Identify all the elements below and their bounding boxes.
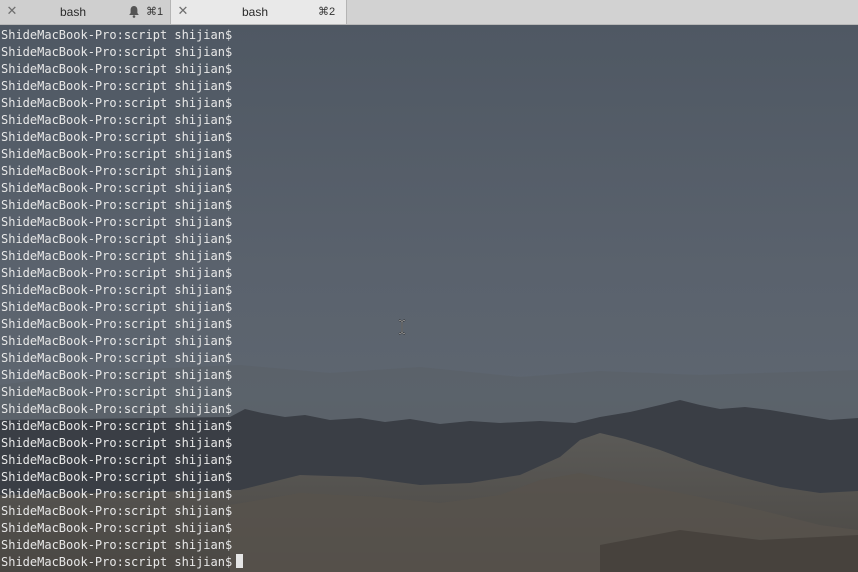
terminal-line: ShideMacBook-Pro:script shijian$ [1,44,243,61]
prompt-text: ShideMacBook-Pro:script shijian$ [1,436,233,450]
terminal-window: ✕ bash ⌘1 ✕ bash ⌘2 ShideMacBook-Pro:scr… [0,0,858,572]
terminal-line: ShideMacBook-Pro:script shijian$ [1,452,243,469]
terminal-line: ShideMacBook-Pro:script shijian$ [1,520,243,537]
terminal-line: ShideMacBook-Pro:script shijian$ [1,61,243,78]
terminal-cursor [236,554,244,568]
terminal-line: ShideMacBook-Pro:script shijian$ [1,95,243,112]
prompt-text: ShideMacBook-Pro:script shijian$ [1,113,233,127]
tab-shortcut: ⌘1 [146,6,164,18]
terminal-line: ShideMacBook-Pro:script shijian$ [1,554,244,571]
terminal-line: ShideMacBook-Pro:script shijian$ [1,129,243,146]
prompt-text: ShideMacBook-Pro:script shijian$ [1,62,233,76]
prompt-text: ShideMacBook-Pro:script shijian$ [1,419,233,433]
terminal-line: ShideMacBook-Pro:script shijian$ [1,384,243,401]
terminal-line: ShideMacBook-Pro:script shijian$ [1,78,243,95]
tab-bash-1[interactable]: ✕ bash ⌘1 [0,0,171,24]
terminal-output: ShideMacBook-Pro:script shijian$ ShideMac… [1,27,244,571]
prompt-text: ShideMacBook-Pro:script shijian$ [1,351,233,365]
terminal-line: ShideMacBook-Pro:script shijian$ [1,333,243,350]
prompt-text: ShideMacBook-Pro:script shijian$ [1,538,233,552]
terminal-line: ShideMacBook-Pro:script shijian$ [1,112,243,129]
terminal-line: ShideMacBook-Pro:script shijian$ [1,146,243,163]
tab-title: bash [60,5,87,19]
terminal-line: ShideMacBook-Pro:script shijian$ [1,231,243,248]
terminal-line: ShideMacBook-Pro:script shijian$ [1,469,243,486]
prompt-text: ShideMacBook-Pro:script shijian$ [1,147,233,161]
bell-icon [129,6,139,18]
prompt-text: ShideMacBook-Pro:script shijian$ [1,317,233,331]
terminal-line: ShideMacBook-Pro:script shijian$ [1,486,243,503]
terminal-line: ShideMacBook-Pro:script shijian$ [1,27,243,44]
tab-shortcut: ⌘2 [318,6,336,18]
terminal-line: ShideMacBook-Pro:script shijian$ [1,537,243,554]
terminal-line: ShideMacBook-Pro:script shijian$ [1,197,243,214]
terminal-line: ShideMacBook-Pro:script shijian$ [1,316,243,333]
prompt-text: ShideMacBook-Pro:script shijian$ [1,300,233,314]
close-icon[interactable]: ✕ [177,4,189,17]
terminal-line: ShideMacBook-Pro:script shijian$ [1,180,243,197]
prompt-text: ShideMacBook-Pro:script shijian$ [1,334,233,348]
prompt-text: ShideMacBook-Pro:script shijian$ [1,402,233,416]
prompt-text: ShideMacBook-Pro:script shijian$ [1,385,233,399]
prompt-text: ShideMacBook-Pro:script shijian$ [1,164,233,178]
terminal-line: ShideMacBook-Pro:script shijian$ [1,367,243,384]
terminal-line: ShideMacBook-Pro:script shijian$ [1,350,243,367]
prompt-text: ShideMacBook-Pro:script shijian$ [1,487,233,501]
prompt-text: ShideMacBook-Pro:script shijian$ [1,181,233,195]
terminal-line: ShideMacBook-Pro:script shijian$ [1,435,243,452]
terminal-line: ShideMacBook-Pro:script shijian$ [1,248,243,265]
tab-bar: ✕ bash ⌘1 ✕ bash ⌘2 [0,0,858,25]
prompt-text: ShideMacBook-Pro:script shijian$ [1,555,233,569]
terminal-line: ShideMacBook-Pro:script shijian$ [1,265,243,282]
prompt-text: ShideMacBook-Pro:script shijian$ [1,45,233,59]
terminal-line: ShideMacBook-Pro:script shijian$ [1,401,243,418]
prompt-text: ShideMacBook-Pro:script shijian$ [1,28,233,42]
prompt-text: ShideMacBook-Pro:script shijian$ [1,470,233,484]
terminal-line: ShideMacBook-Pro:script shijian$ [1,163,243,180]
prompt-text: ShideMacBook-Pro:script shijian$ [1,453,233,467]
terminal-line: ShideMacBook-Pro:script shijian$ [1,282,243,299]
close-icon[interactable]: ✕ [6,4,18,17]
terminal-line: ShideMacBook-Pro:script shijian$ [1,418,243,435]
prompt-text: ShideMacBook-Pro:script shijian$ [1,198,233,212]
prompt-text: ShideMacBook-Pro:script shijian$ [1,79,233,93]
prompt-text: ShideMacBook-Pro:script shijian$ [1,521,233,535]
tab-bar-empty-area[interactable] [347,0,858,24]
tab-title: bash [242,5,269,19]
prompt-text: ShideMacBook-Pro:script shijian$ [1,266,233,280]
prompt-text: ShideMacBook-Pro:script shijian$ [1,96,233,110]
prompt-text: ShideMacBook-Pro:script shijian$ [1,283,233,297]
text-cursor-icon [398,319,406,335]
prompt-text: ShideMacBook-Pro:script shijian$ [1,215,233,229]
prompt-text: ShideMacBook-Pro:script shijian$ [1,232,233,246]
terminal-line: ShideMacBook-Pro:script shijian$ [1,503,243,520]
terminal-content[interactable]: ShideMacBook-Pro:script shijian$ ShideMac… [0,25,858,572]
terminal-line: ShideMacBook-Pro:script shijian$ [1,299,243,316]
prompt-text: ShideMacBook-Pro:script shijian$ [1,504,233,518]
tab-bash-2[interactable]: ✕ bash ⌘2 [171,0,347,24]
prompt-text: ShideMacBook-Pro:script shijian$ [1,249,233,263]
prompt-text: ShideMacBook-Pro:script shijian$ [1,368,233,382]
terminal-line: ShideMacBook-Pro:script shijian$ [1,214,243,231]
prompt-text: ShideMacBook-Pro:script shijian$ [1,130,233,144]
